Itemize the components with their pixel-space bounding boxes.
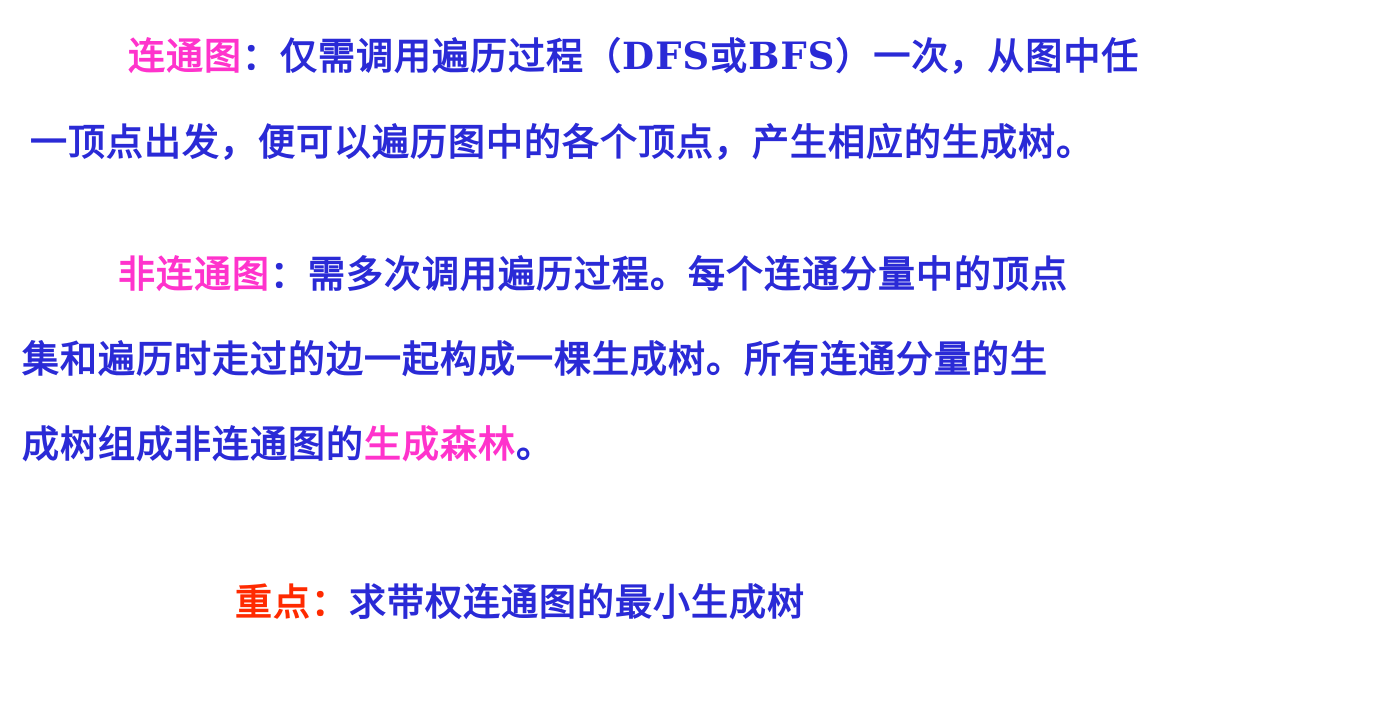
connected-graph-text-2: 一顶点出发，便可以遍历图中的各个顶点，产生相应的生成树。 bbox=[30, 120, 1094, 164]
connected-graph-line-2: 一顶点出发，便可以遍历图中的各个顶点，产生相应的生成树。 bbox=[30, 118, 1094, 166]
key-point-label: 重点： bbox=[235, 580, 349, 624]
key-point-line: 重点：求带权连通图的最小生成树 bbox=[235, 578, 805, 626]
disconnected-graph-text-3: 成树组成非连通图的 bbox=[22, 422, 364, 466]
disconnected-graph-line-2: 集和遍历时走过的边一起构成一棵生成树。所有连通分量的生 bbox=[22, 335, 1048, 383]
disconnected-graph-line-3: 成树组成非连通图的生成森林。 bbox=[22, 420, 554, 468]
connected-graph-line-1: 连通图：仅需调用遍历过程（DFS或BFS）一次，从图中任 bbox=[128, 32, 1139, 80]
term-spanning-forest: 生成森林 bbox=[364, 422, 516, 466]
term-disconnected-graph: 非连通图 bbox=[118, 252, 270, 296]
key-point-text: 求带权连通图的最小生成树 bbox=[349, 580, 805, 624]
connected-graph-text-1: 仅需调用遍历过程（DFS或BFS）一次，从图中任 bbox=[280, 34, 1140, 78]
disconnected-graph-text-2: 集和遍历时走过的边一起构成一棵生成树。所有连通分量的生 bbox=[22, 337, 1048, 381]
term-colon: ： bbox=[242, 34, 280, 78]
term-colon: ： bbox=[270, 252, 308, 296]
slide: 连通图：仅需调用遍历过程（DFS或BFS）一次，从图中任 一顶点出发，便可以遍历… bbox=[0, 0, 1376, 703]
disconnected-graph-line-1: 非连通图：需多次调用遍历过程。每个连通分量中的顶点 bbox=[118, 250, 1068, 298]
term-connected-graph: 连通图 bbox=[128, 34, 242, 78]
disconnected-graph-text-1: 需多次调用遍历过程。每个连通分量中的顶点 bbox=[308, 252, 1068, 296]
period: 。 bbox=[516, 422, 554, 466]
